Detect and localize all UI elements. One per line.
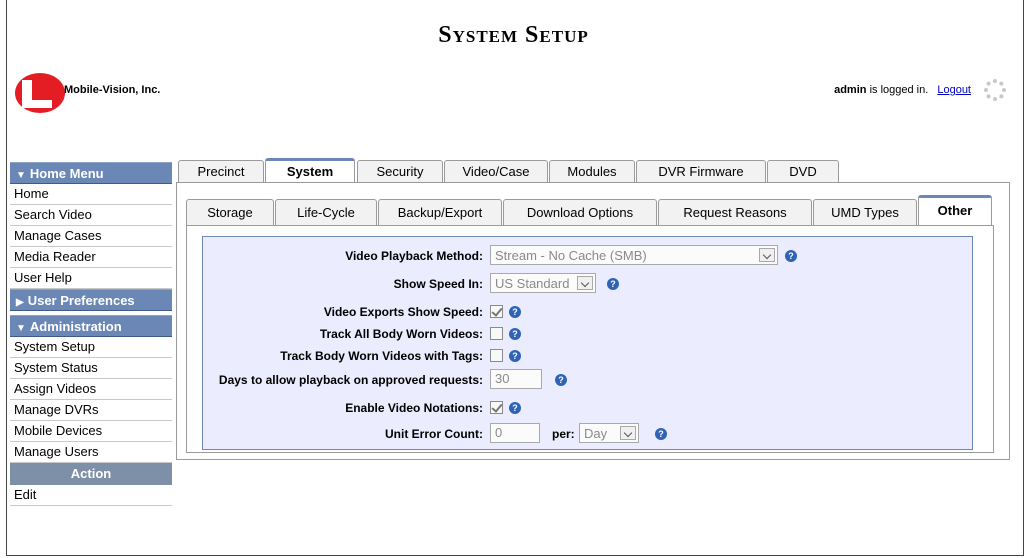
user-preferences-header[interactable]: ▶ User Preferences [10, 289, 172, 311]
triangle-right-icon: ▶ [16, 297, 24, 308]
unit-error-count-row: Unit Error Count: 0 per: Day ? [203, 423, 974, 445]
tab-other[interactable]: Other [918, 195, 992, 225]
exports-show-speed-row: Video Exports Show Speed: ? [203, 301, 974, 323]
sidebar-item-manage-cases[interactable]: Manage Cases [10, 226, 172, 247]
loading-spinner-icon [984, 79, 1006, 101]
tab-security[interactable]: Security [357, 160, 443, 182]
triangle-down-icon: ▼ [16, 170, 26, 181]
sidebar-item-media-reader[interactable]: Media Reader [10, 247, 172, 268]
playback-method-select[interactable]: Stream - No Cache (SMB) [490, 245, 778, 265]
triangle-down-icon: ▼ [16, 323, 26, 334]
l3-logo: 3 [15, 73, 65, 113]
tab-umd-types[interactable]: UMD Types [813, 199, 917, 225]
tab-precinct[interactable]: Precinct [178, 160, 264, 182]
help-icon[interactable]: ? [509, 402, 521, 414]
per-select[interactable]: Day [579, 423, 639, 443]
tab-video-case[interactable]: Video/Case [444, 160, 548, 182]
chevron-down-icon [620, 426, 636, 440]
tab-download-options[interactable]: Download Options [503, 199, 657, 225]
sidebar-item-system-status[interactable]: System Status [10, 358, 172, 379]
sidebar-item-home[interactable]: Home [10, 184, 172, 205]
track-all-bwv-checkbox[interactable] [490, 327, 503, 340]
playback-days-label: Days to allow playback on approved reque… [218, 373, 483, 387]
other-settings-form: Video Playback Method: Stream - No Cache… [202, 236, 973, 450]
exports-show-speed-checkbox[interactable] [490, 305, 503, 318]
show-speed-label: Show Speed In: [393, 277, 483, 291]
playback-method-label: Video Playback Method: [345, 249, 483, 263]
video-notations-checkbox[interactable] [490, 401, 503, 414]
login-status: admin is logged in. Logout [834, 84, 971, 96]
administration-title: Administration [29, 319, 122, 334]
tab-system[interactable]: System [265, 158, 355, 182]
tab-request-reasons[interactable]: Request Reasons [658, 199, 812, 225]
track-bwv-tags-row: Track Body Worn Videos with Tags: ? [203, 345, 974, 367]
video-notations-label: Enable Video Notations: [345, 401, 483, 415]
per-label: per: [552, 427, 575, 441]
page-title: System Setup [438, 22, 589, 48]
tab-life-cycle[interactable]: Life-Cycle [275, 199, 377, 225]
help-icon[interactable]: ? [509, 350, 521, 362]
playback-days-input[interactable]: 30 [490, 369, 542, 389]
home-menu-header[interactable]: ▼ Home Menu [10, 162, 172, 184]
administration-header[interactable]: ▼ Administration [10, 315, 172, 337]
brand-name: Mobile-Vision, Inc. [64, 84, 161, 96]
track-bwv-tags-label: Track Body Worn Videos with Tags: [280, 349, 483, 363]
video-notations-row: Enable Video Notations: ? [203, 397, 974, 419]
sidebar-item-mobile-devices[interactable]: Mobile Devices [10, 421, 172, 442]
chevron-down-icon [759, 248, 775, 262]
exports-show-speed-label: Video Exports Show Speed: [323, 305, 483, 319]
help-icon[interactable]: ? [509, 306, 521, 318]
home-menu-title: Home Menu [29, 166, 104, 181]
help-icon[interactable]: ? [655, 428, 667, 440]
user-preferences-title: User Preferences [27, 293, 135, 308]
help-icon[interactable]: ? [607, 278, 619, 290]
action-header: Action [10, 463, 172, 485]
tab-dvd[interactable]: DVD [767, 160, 839, 182]
playback-method-row: Video Playback Method: Stream - No Cache… [203, 245, 974, 267]
login-status-text: is logged in. [869, 84, 929, 96]
help-icon[interactable]: ? [509, 328, 521, 340]
playback-method-value: Stream - No Cache (SMB) [495, 248, 647, 263]
sidebar-item-edit[interactable]: Edit [10, 485, 172, 506]
track-all-bwv-label: Track All Body Worn Videos: [319, 327, 483, 341]
sidebar-item-manage-dvrs[interactable]: Manage DVRs [10, 400, 172, 421]
sidebar-item-manage-users[interactable]: Manage Users [10, 442, 172, 463]
sidebar-item-system-setup[interactable]: System Setup [10, 337, 172, 358]
track-bwv-tags-checkbox[interactable] [490, 349, 503, 362]
help-icon[interactable]: ? [785, 250, 797, 262]
tab-dvr-firmware[interactable]: DVR Firmware [636, 160, 766, 182]
user-name: admin [834, 84, 867, 96]
sidebar-item-assign-videos[interactable]: Assign Videos [10, 379, 172, 400]
logout-link[interactable]: Logout [937, 84, 971, 96]
show-speed-row: Show Speed In: US Standard ? [203, 273, 974, 295]
sidebar-item-user-help[interactable]: User Help [10, 268, 172, 289]
track-all-bwv-row: Track All Body Worn Videos: ? [203, 323, 974, 345]
tab-backup-export[interactable]: Backup/Export [378, 199, 502, 225]
sidebar-item-search-video[interactable]: Search Video [10, 205, 172, 226]
svg-text:3: 3 [44, 82, 55, 104]
sidebar: ▼ Home Menu Home Search Video Manage Case… [10, 162, 172, 506]
per-value: Day [584, 426, 608, 441]
unit-error-count-label: Unit Error Count: [385, 427, 483, 441]
show-speed-select[interactable]: US Standard [490, 273, 596, 293]
chevron-down-icon [577, 276, 593, 290]
unit-error-count-input[interactable]: 0 [490, 423, 540, 443]
tab-storage[interactable]: Storage [186, 199, 274, 225]
help-icon[interactable]: ? [555, 374, 567, 386]
tab-modules[interactable]: Modules [549, 160, 635, 182]
playback-days-row: Days to allow playback on approved reque… [203, 369, 974, 391]
show-speed-value: US Standard [495, 276, 570, 291]
